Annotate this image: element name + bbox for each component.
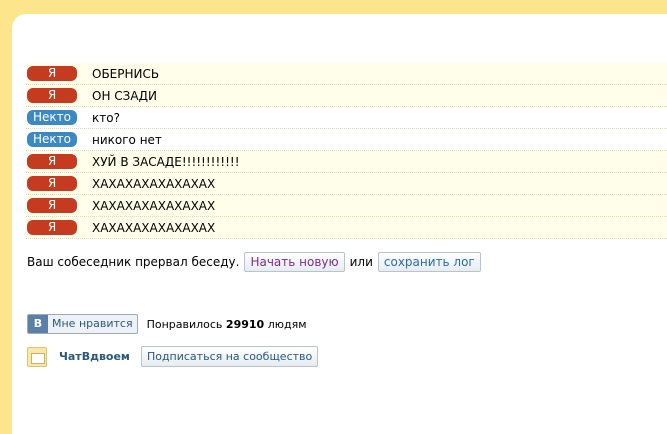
chat-message: Некто кто? [26, 107, 667, 129]
message-text: ХАХАХАХАХАХАХАХ [92, 176, 216, 191]
subscribe-button[interactable]: Подписаться на сообщество [140, 346, 319, 367]
chat-ended-bar: Ваш собеседник прервал беседу. Начать но… [27, 251, 481, 273]
chat-message: Я ХАХАХАХАХАХАХАХ [26, 173, 667, 195]
author-badge: Я [27, 198, 77, 213]
chat-message: Я ОБЕРНИСЬ [26, 63, 667, 85]
chat-message: Некто никого нет [26, 129, 667, 151]
author-badge: Я [27, 176, 77, 191]
community-icon[interactable] [27, 346, 47, 367]
community-name[interactable]: ЧатВдвоем [59, 350, 130, 363]
author-badge: Некто [27, 132, 77, 147]
chat-message: Я ХАХАХАХАХАХАХАХ [26, 195, 667, 217]
author-badge: Некто [27, 110, 77, 125]
author-badge: Я [27, 220, 77, 235]
author-badge: Я [27, 88, 77, 103]
message-text: ОБЕРНИСЬ [92, 66, 160, 81]
chat-log: Я ОБЕРНИСЬ Я ОН СЗАДИ Некто кто? Некто никого н… [26, 63, 667, 239]
author-badge: Я [27, 66, 77, 81]
vk-like-button[interactable]: В Мне нравится [27, 314, 138, 334]
vk-like-label: Мне нравится [52, 317, 133, 330]
message-text: ОН СЗАДИ [92, 88, 157, 103]
vk-like-widget: В Мне нравится Понравилось 29910 людям [27, 314, 307, 334]
chat-ended-text: Ваш собеседник прервал беседу. [27, 255, 240, 269]
start-new-chat-button[interactable]: Начать новую [244, 252, 345, 272]
chat-message: Я ХАХАХАХАХАХАХАХ [26, 217, 667, 239]
save-log-button[interactable]: сохранить лог [377, 252, 481, 272]
message-text: ХАХАХАХАХАХАХАХ [92, 220, 216, 235]
liked-suffix: людям [267, 317, 307, 331]
message-text: ХАХАХАХАХАХАХАХ [92, 198, 216, 213]
chat-message: Я ОН СЗАДИ [26, 85, 667, 107]
author-badge: Я [27, 154, 77, 169]
vk-logo-icon: В [28, 315, 48, 333]
message-text: кто? [92, 110, 120, 125]
or-text: или [349, 255, 373, 269]
community-widget: ЧатВдвоем Подписаться на сообщество [27, 346, 319, 367]
liked-prefix: Понравилось [146, 317, 223, 331]
liked-count: 29910 [225, 317, 265, 331]
message-text: ХУЙ В ЗАСАДЕ!!!!!!!!!!!! [92, 154, 240, 169]
message-text: никого нет [92, 132, 162, 147]
chat-message: Я ХУЙ В ЗАСАДЕ!!!!!!!!!!!! [26, 151, 667, 173]
like-count-text: Понравилось 29910 людям [147, 318, 307, 331]
